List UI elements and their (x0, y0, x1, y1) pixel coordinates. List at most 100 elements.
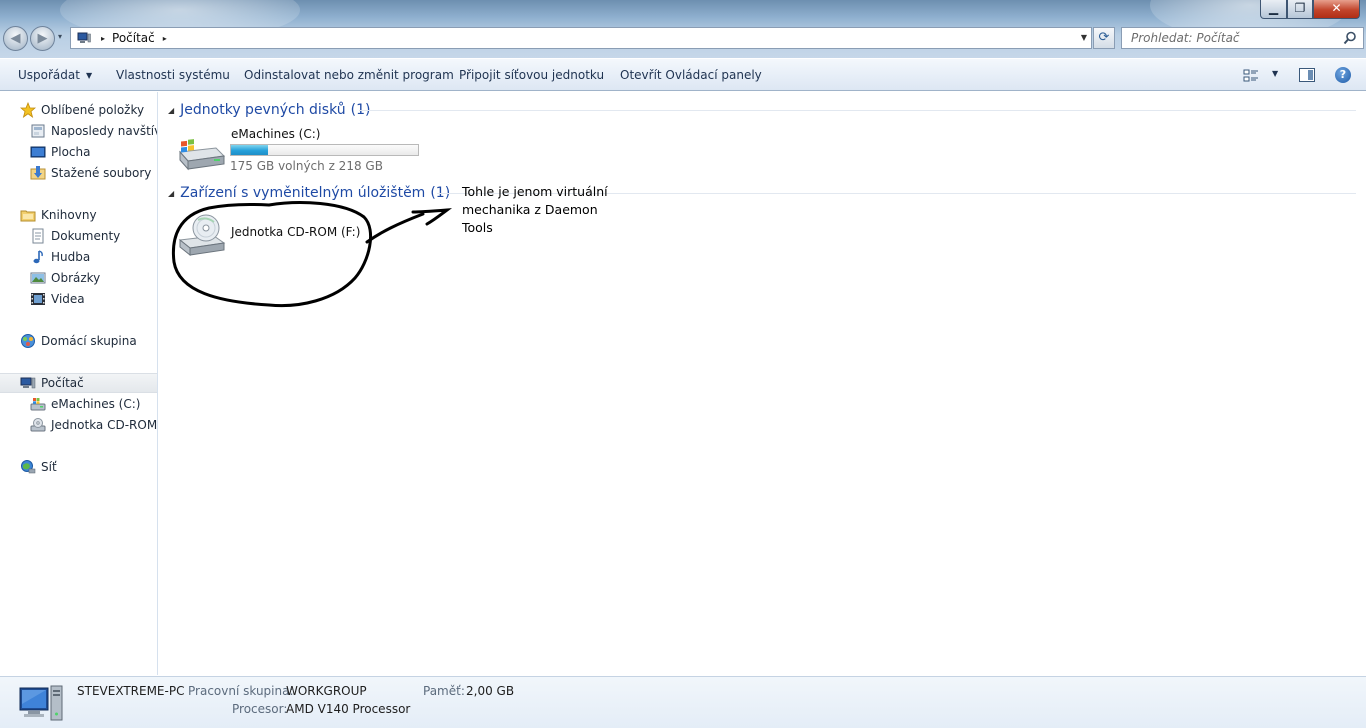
close-button[interactable]: ✕ (1313, 0, 1360, 19)
workgroup-label: Pracovní skupina: (188, 684, 294, 698)
map-network-drive-button[interactable]: Připojit síťovou jednotku (459, 68, 604, 82)
hard-drive-icon (30, 396, 46, 412)
sidebar-item-recent-places[interactable]: Naposledy navštívené (0, 121, 157, 141)
maximize-button[interactable]: ❐ (1287, 0, 1313, 19)
sidebar-item-videos[interactable]: Videa (0, 289, 157, 309)
change-view-button[interactable]: ▼ (1243, 68, 1279, 84)
collapse-group-icon[interactable]: ◢ (168, 189, 174, 198)
sidebar-item-label: Plocha (51, 145, 91, 159)
command-bar: Uspořádat ▼ Vlastnosti systému Odinstalov… (0, 58, 1366, 91)
group-header-hard-disks[interactable]: ◢ Jednotky pevných disků (1) (168, 101, 370, 119)
annotation-note: Tohle je jenom virtuální mechanika z Dae… (462, 184, 608, 235)
sidebar-item-network[interactable]: Síť (0, 457, 157, 477)
minimize-button[interactable]: ▁ (1260, 0, 1287, 19)
star-icon (19, 101, 37, 118)
search-input[interactable] (1131, 28, 1341, 48)
drive-name: eMachines (C:) (231, 127, 321, 141)
sidebar-item-downloads[interactable]: Stažené soubory (0, 163, 157, 183)
drive-free-space: 175 GB volných z 218 GB (230, 159, 383, 173)
group-title: Jednotky pevných disků (180, 102, 346, 118)
sidebar-item-label: Knihovny (41, 208, 97, 222)
system-properties-button[interactable]: Vlastnosti systému (116, 68, 230, 82)
breadcrumb-separator[interactable]: ▸ (163, 34, 167, 43)
navigation-pane: Oblíbené položky Naposledy navštívené Pl… (0, 92, 158, 675)
sidebar-item-label: Naposledy navštívené (51, 124, 157, 138)
sidebar-item-label: Dokumenty (51, 229, 121, 243)
sidebar-item-label: Videa (51, 292, 85, 306)
details-pane: STEVEXTREME-PC Pracovní skupina: WORKGRO… (0, 676, 1366, 728)
videos-icon (30, 291, 46, 307)
preview-pane-button[interactable] (1299, 68, 1315, 82)
breadcrumb-separator[interactable]: ▸ (101, 34, 105, 43)
memory-label: Paměť: (423, 684, 465, 698)
memory-value: 2,00 GB (466, 684, 515, 698)
sidebar-item-desktop[interactable]: Plocha (0, 142, 157, 162)
computer-icon (19, 685, 63, 721)
drive-tile-c[interactable]: eMachines (C:) 175 GB volných z 218 GB (176, 126, 426, 174)
processor-label: Procesor: (232, 702, 288, 716)
pictures-icon (30, 270, 46, 286)
sidebar-item-label: Síť (41, 460, 57, 474)
network-icon (20, 459, 36, 475)
sidebar-item-label: Domácí skupina (41, 334, 137, 348)
group-divider (359, 110, 1356, 111)
address-bar[interactable]: ▸ Počítač ▸ ▼ (70, 27, 1092, 49)
group-header-removable[interactable]: ◢ Zařízení s vyměnitelným úložištěm (1) (168, 184, 450, 202)
group-title: Zařízení s vyměnitelným úložištěm (180, 185, 426, 201)
sidebar-item-label: Jednotka CD-ROM (F:) (51, 418, 158, 432)
hard-drive-icon (178, 139, 226, 171)
chevron-down-icon: ▼ (1272, 69, 1279, 78)
sidebar-item-label: Oblíbené položky (41, 103, 145, 117)
documents-icon (30, 228, 46, 244)
recent-pages-dropdown[interactable]: ▾ (58, 32, 62, 41)
drive-name: Jednotka CD-ROM (F:) (231, 225, 361, 239)
search-box[interactable] (1121, 27, 1364, 49)
chevron-down-icon: ▼ (85, 71, 93, 80)
refresh-icon: ⟳ (1098, 30, 1110, 45)
computer-icon (20, 375, 36, 391)
sidebar-item-pictures[interactable]: Obrázky (0, 268, 157, 288)
title-bar: ▁ ❐ ✕ ◀ ▶ ▾ ▸ Počítač ▸ ▼ ⟳ (0, 0, 1366, 58)
forward-button[interactable]: ▶ (30, 26, 55, 51)
forward-arrow-icon: ▶ (37, 31, 48, 46)
computer-icon (77, 32, 91, 44)
help-button[interactable]: ? (1335, 67, 1351, 83)
sidebar-item-drive-f[interactable]: Jednotka CD-ROM (F:) (0, 415, 158, 435)
collapse-group-icon[interactable]: ◢ (168, 106, 174, 115)
back-arrow-icon: ◀ (10, 31, 21, 46)
sidebar-item-label: Stažené soubory (51, 166, 152, 180)
processor-value: AMD V140 Processor (286, 702, 411, 716)
cd-drive-icon (178, 214, 226, 257)
organize-button[interactable]: Uspořádat ▼ (18, 68, 92, 82)
open-control-panel-button[interactable]: Otevřít Ovládací panely (620, 68, 762, 82)
sidebar-item-favorites[interactable]: Oblíbené položky (0, 100, 157, 120)
uninstall-program-button[interactable]: Odinstalovat nebo změnit program (244, 68, 454, 82)
sidebar-item-documents[interactable]: Dokumenty (0, 226, 157, 246)
homegroup-icon (20, 333, 36, 349)
drive-usage-bar (230, 144, 419, 156)
downloads-icon (30, 165, 46, 181)
sidebar-item-libraries[interactable]: Knihovny (0, 205, 157, 225)
address-dropdown-button[interactable]: ▼ (1081, 33, 1087, 42)
sidebar-item-drive-c[interactable]: eMachines (C:) (0, 394, 157, 414)
sidebar-item-label: eMachines (C:) (51, 397, 141, 411)
music-icon (30, 249, 46, 265)
workgroup-value: WORKGROUP (286, 684, 367, 698)
back-button[interactable]: ◀ (3, 26, 28, 51)
sidebar-item-music[interactable]: Hudba (0, 247, 157, 267)
drive-tile-f[interactable]: Jednotka CD-ROM (F:) (176, 210, 366, 258)
computer-name: STEVEXTREME-PC (77, 684, 185, 698)
sidebar-item-homegroup[interactable]: Domácí skupina (0, 331, 157, 351)
breadcrumb-computer[interactable]: Počítač (112, 31, 155, 45)
sidebar-item-label: Hudba (51, 250, 91, 264)
refresh-button[interactable]: ⟳ (1093, 27, 1115, 49)
cd-drive-icon (30, 417, 46, 433)
sidebar-item-label: Počítač (41, 376, 84, 390)
sidebar-item-computer[interactable]: Počítač (0, 373, 157, 393)
desktop-icon (30, 144, 46, 160)
organize-label: Uspořádat (18, 68, 80, 82)
recent-places-icon (30, 123, 46, 139)
libraries-icon (20, 207, 36, 223)
search-icon[interactable] (1343, 31, 1357, 45)
drive-usage-fill (231, 145, 268, 155)
